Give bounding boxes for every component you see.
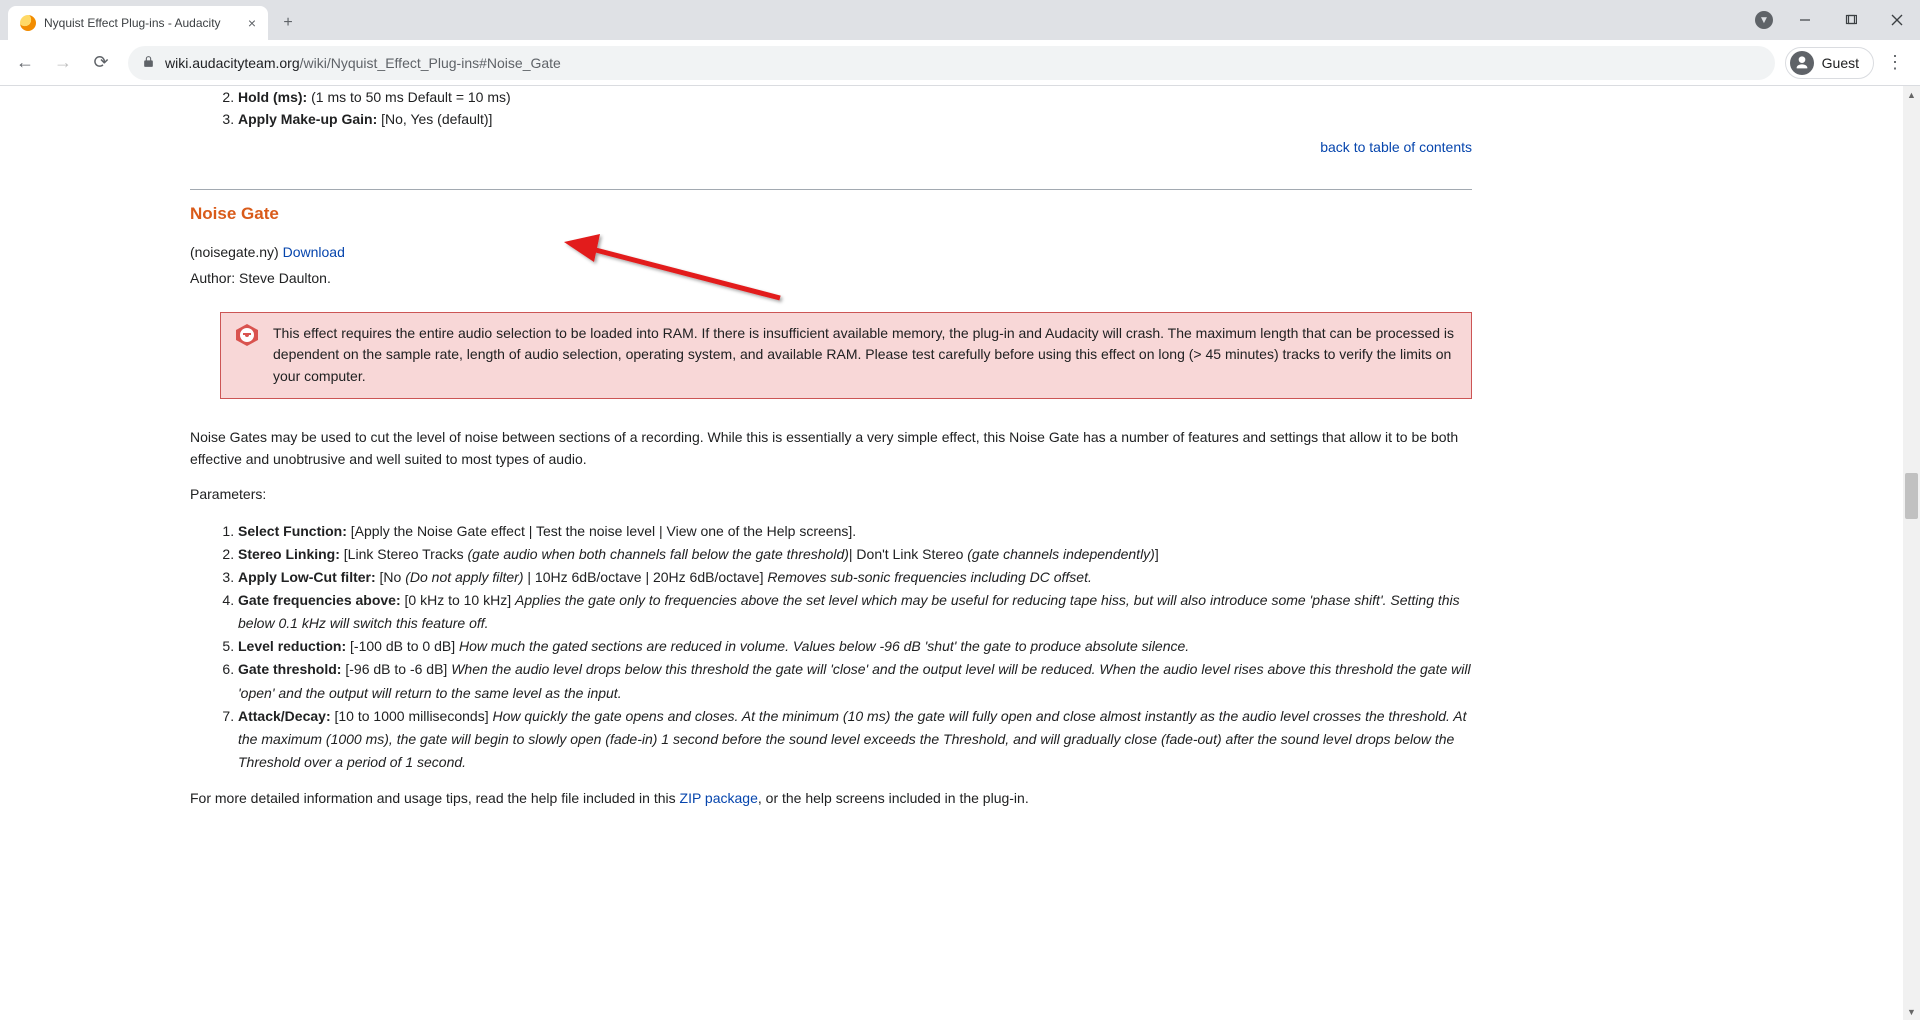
section-divider	[190, 189, 1472, 190]
page-content: Hold (ms): (1 ms to 50 ms Default = 10 m…	[190, 86, 1500, 810]
profile-chip[interactable]: Guest	[1785, 47, 1874, 79]
scrollbar-thumb[interactable]	[1905, 473, 1918, 519]
minimize-button[interactable]	[1782, 0, 1828, 40]
maximize-button[interactable]	[1828, 0, 1874, 40]
list-item: Select Function: [Apply the Noise Gate e…	[238, 520, 1472, 543]
list-item: Stereo Linking: [Link Stereo Tracks (gat…	[238, 543, 1472, 566]
forward-button[interactable]: →	[46, 46, 80, 80]
scroll-down-button[interactable]: ▼	[1903, 1003, 1920, 1020]
scroll-up-button[interactable]: ▲	[1903, 86, 1920, 103]
tab-title: Nyquist Effect Plug-ins - Audacity	[44, 16, 240, 30]
list-item: Apply Low-Cut filter: [No (Do not apply …	[238, 566, 1472, 589]
prev-parameter-list: Hold (ms): (1 ms to 50 ms Default = 10 m…	[190, 86, 1472, 131]
browser-tab[interactable]: Nyquist Effect Plug-ins - Audacity ×	[8, 6, 268, 40]
list-item: Gate frequencies above: [0 kHz to 10 kHz…	[238, 589, 1472, 635]
scrollbar-track[interactable]	[1903, 103, 1920, 1003]
window-controls: ▼	[1746, 0, 1920, 40]
back-to-toc-link[interactable]: back to table of contents	[1320, 139, 1472, 155]
download-link[interactable]: Download	[283, 244, 345, 260]
warning-text: This effect requires the entire audio se…	[273, 325, 1454, 384]
author-text: Author: Steve Daulton.	[190, 270, 1472, 286]
profile-label: Guest	[1822, 55, 1859, 71]
scrollbar[interactable]: ▲ ▼	[1903, 86, 1920, 1020]
zip-package-link[interactable]: ZIP package	[680, 790, 758, 806]
lock-icon	[142, 55, 155, 71]
new-tab-button[interactable]: +	[274, 9, 302, 37]
browser-toolbar: ← → ⟳ wiki.audacityteam.org/wiki/Nyquist…	[0, 40, 1920, 86]
parameters-heading: Parameters:	[190, 484, 1472, 506]
close-window-button[interactable]	[1874, 0, 1920, 40]
list-item: Attack/Decay: [10 to 1000 milliseconds] …	[238, 705, 1472, 774]
list-item: Gate threshold: [-96 dB to -6 dB] When t…	[238, 658, 1472, 704]
list-item: Level reduction: [-100 dB to 0 dB] How m…	[238, 635, 1472, 658]
back-button[interactable]: ←	[8, 46, 42, 80]
list-item: Hold (ms): (1 ms to 50 ms Default = 10 m…	[238, 86, 1472, 108]
reload-button[interactable]: ⟳	[84, 46, 118, 80]
warning-icon	[235, 323, 259, 347]
page-viewport: Hold (ms): (1 ms to 50 ms Default = 10 m…	[0, 86, 1920, 1020]
profile-indicator-icon[interactable]: ▼	[1746, 0, 1782, 40]
tab-strip: Nyquist Effect Plug-ins - Audacity × + ▼	[0, 0, 1920, 40]
favicon-icon	[20, 15, 36, 31]
close-tab-icon[interactable]: ×	[248, 15, 256, 31]
footer-paragraph: For more detailed information and usage …	[190, 788, 1472, 810]
file-row: (noisegate.ny) Download	[190, 244, 1472, 260]
warning-box: This effect requires the entire audio se…	[220, 312, 1472, 399]
section-heading: Noise Gate	[190, 204, 1472, 224]
filename-text: (noisegate.ny)	[190, 244, 283, 260]
intro-paragraph: Noise Gates may be used to cut the level…	[190, 427, 1472, 470]
url-text: wiki.audacityteam.org/wiki/Nyquist_Effec…	[165, 55, 561, 71]
avatar-icon	[1790, 51, 1814, 75]
parameter-list: Select Function: [Apply the Noise Gate e…	[190, 520, 1472, 774]
address-bar[interactable]: wiki.audacityteam.org/wiki/Nyquist_Effec…	[128, 46, 1775, 80]
toc-link-row: back to table of contents	[190, 139, 1472, 155]
list-item: Apply Make-up Gain: [No, Yes (default)]	[238, 108, 1472, 130]
menu-button[interactable]: ⋮	[1878, 46, 1912, 80]
